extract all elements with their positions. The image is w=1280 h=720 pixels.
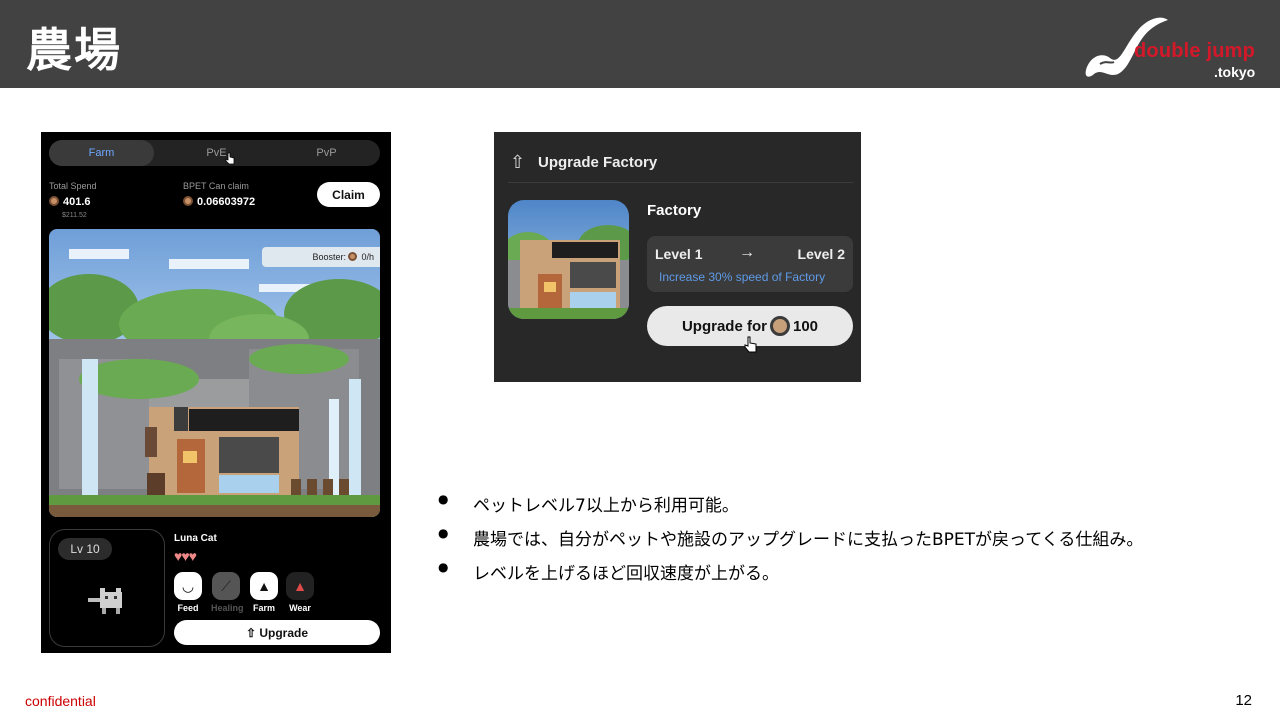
hat-icon: ▲ [286, 572, 314, 600]
level-from: Level 1 [655, 246, 703, 262]
farm-action[interactable]: ▲ Farm [249, 572, 279, 613]
farm-scene-art [49, 249, 380, 517]
bullet-list: ペットレベル7以上から利用可能。 農場では、自分がペットや施設のアップグレードに… [438, 491, 1143, 593]
dialog-title: Upgrade Factory [538, 154, 658, 171]
pet-level-badge: Lv 10 [58, 538, 112, 560]
tree-icon: ▲ [250, 572, 278, 600]
double-jump-logo: double jump .tokyo [1080, 12, 1265, 82]
confidential-label: confidential [25, 693, 96, 709]
logo-subtext: .tokyo [1214, 64, 1256, 80]
upgrade-factory-dialog: ⇧ Upgrade Factory Factory Level 1 → Leve… [494, 132, 861, 382]
total-spend-value: 401.6 [49, 196, 91, 208]
feed-action[interactable]: ◡ Feed [173, 572, 203, 613]
pet-name: Luna Cat [174, 533, 217, 544]
bullet-item: ペットレベル7以上から利用可能。 [438, 491, 1143, 525]
farm-label: Farm [252, 603, 275, 613]
healing-action[interactable]: ⟋ Healing [211, 572, 244, 613]
level-to: Level 2 [797, 246, 845, 262]
factory-art [508, 225, 629, 319]
coin-icon [348, 252, 358, 261]
right-arrow-icon: → [739, 244, 755, 261]
coin-icon [183, 196, 193, 206]
pet-sprite [88, 588, 122, 614]
slide: 農場 double jump .tokyo Farm PvE PvP Total… [0, 0, 1280, 720]
hand-cursor-icon [744, 336, 757, 353]
total-spend-usd: $211.52 [62, 212, 87, 219]
bullet-item: 農場では、自分がペットや施設のアップグレードに支払ったBPETが戻ってくる仕組み… [438, 525, 1143, 559]
slide-header: 農場 double jump .tokyo [0, 0, 1280, 88]
wear-action[interactable]: ▲ Wear [285, 572, 315, 613]
factory-name: Factory [647, 202, 702, 219]
upgrade-arrow-icon: ⇧ [510, 152, 526, 172]
booster-indicator: Booster: 0/h [262, 247, 380, 267]
hand-cursor-icon [225, 152, 235, 165]
pet-card[interactable]: Lv 10 [49, 529, 165, 647]
upload-icon: ⇧ [245, 625, 257, 640]
farm-scene: Booster: 0/h [49, 229, 380, 517]
pet-hearts: ♥♥♥ [174, 548, 197, 564]
bpet-claim-label: BPET Can claim [183, 181, 249, 191]
healing-label: Healing [211, 603, 244, 613]
bandage-icon: ⟋ [212, 572, 240, 600]
tab-pvp[interactable]: PvP [279, 140, 374, 166]
coin-icon [769, 316, 790, 336]
claim-button[interactable]: Claim [317, 182, 380, 207]
upgrade-description: Increase 30% speed of Factory [659, 270, 826, 284]
mode-tabs: Farm PvE PvP [49, 140, 380, 166]
level-change-box: Level 1 → Level 2 Increase 30% speed of … [647, 236, 853, 292]
bowl-icon: ◡ [174, 572, 202, 600]
app-screenshot: Farm PvE PvP Total Spend 401.6 $211.52 B… [41, 132, 391, 653]
slide-title: 農場 [26, 23, 122, 77]
tab-pve[interactable]: PvE [169, 140, 264, 166]
tab-farm[interactable]: Farm [49, 140, 154, 166]
bpet-claim-value: 0.06603972 [183, 196, 255, 208]
factory-thumbnail [508, 200, 629, 319]
total-spend-label: Total Spend [49, 181, 97, 191]
logo-text: double jump [1134, 40, 1256, 62]
coin-icon [49, 196, 59, 206]
page-number: 12 [1235, 692, 1252, 709]
pet-upgrade-button[interactable]: ⇧ Upgrade [174, 620, 380, 645]
dialog-divider [508, 182, 853, 183]
wear-label: Wear [289, 603, 311, 613]
feed-label: Feed [177, 603, 199, 613]
bullet-item: レベルを上げるほど回収速度が上がる。 [438, 559, 1143, 593]
